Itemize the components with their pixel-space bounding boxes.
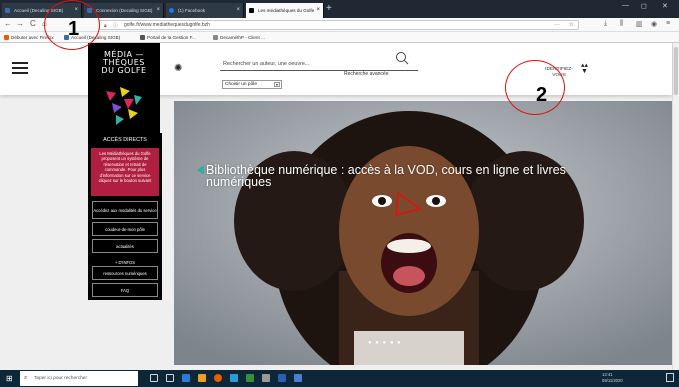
firefox-icon[interactable] [214,374,222,382]
hero-caption[interactable]: Bibliothèque numérique : accès à la VOD,… [206,164,586,189]
page-actions-menu[interactable]: ··· [554,21,560,30]
app-icon[interactable] [230,374,238,382]
user-login-icon[interactable]: ▴▴ ▼ [581,62,588,75]
system-tray[interactable]: 13:41 09/11/2020 [602,372,623,384]
account-icon[interactable]: ◉ [651,20,657,28]
logo-text: MÉDIA — THÈQUES DU GOLFE [101,50,147,75]
bookmark-favicon-icon [140,35,145,40]
pole-select[interactable]: Choisir un pôle ▾ [222,80,282,89]
advanced-search-link[interactable]: Recherche avancée [344,71,388,77]
close-tab-icon[interactable]: × [156,3,160,18]
page-scrollbar[interactable] [672,43,679,370]
digital-resources-button[interactable]: ressources numériques [92,266,158,280]
search-icon[interactable] [395,51,409,65]
close-tab-icon[interactable]: × [316,3,320,18]
reservation-info-text: Les Médiathèques du Golfe proposent un s… [91,148,159,196]
bookmark-decameth[interactable]: DecaméthP - Client ... [213,32,265,43]
url-bar[interactable]: ⓘ 🔒︎ golfe.fr/www.mediathequesdugolfe.bz… [99,20,579,30]
forward-button[interactable]: → [16,19,24,28]
facebook-icon [169,8,174,13]
bookmark-portail[interactable]: Portail de la Gestion F... [140,32,196,43]
annotation-label-1: 1 [68,18,80,40]
taskbar-search-input[interactable]: ⌕ Taper ici pour rechercher [20,371,138,386]
back-button[interactable]: ← [4,19,12,28]
file-explorer-icon[interactable] [198,374,206,382]
tab-facebook[interactable]: (1) Facebook × [166,3,244,18]
scrollbar-thumb[interactable] [674,47,678,95]
windows-start-icon[interactable]: ⊞ [6,374,13,383]
url-text: golfe.fr/www.mediathequesdugolfe.bzh [124,22,210,28]
cortana-icon[interactable] [150,374,158,382]
search-input[interactable]: Rechercher un auteur, une oeuvre... [220,60,418,71]
pole-button[interactable]: coudeur-de-mon pôle [92,222,158,236]
edge-icon[interactable] [182,374,190,382]
tab-mediatheques[interactable]: Les médiathèques du Golfe × [246,3,324,18]
sparkle-icon[interactable]: ✺ [174,63,182,74]
quick-access-title: ACCÈS DIRECTS [103,137,147,143]
annotation-label-2: 2 [536,84,548,106]
task-view-icon[interactable] [166,374,174,382]
tab-favicon-icon [249,8,254,13]
lock-icon: 🔒︎ [104,23,107,29]
library-icon[interactable]: ⫼ [620,20,623,28]
chevron-down-icon: ▾ [274,82,280,87]
carousel-dots[interactable]: ● ● ● ● ● [368,340,402,346]
new-tab-button[interactable]: + [326,3,332,15]
hero-photo [174,101,672,365]
app-icon[interactable] [278,374,286,382]
site-logo[interactable]: MÉDIA — THÈQUES DU GOLFE [88,43,160,133]
app-icon[interactable] [262,374,270,382]
notifications-icon[interactable] [666,373,674,382]
hamburger-menu-icon[interactable] [12,62,28,74]
annotation-circle-2 [505,60,565,115]
bookmark-favicon-icon [213,35,218,40]
info-icon[interactable]: ⓘ [113,22,118,31]
maximize-button[interactable]: ◻ [641,2,647,10]
app-icon[interactable] [294,374,302,382]
hero-carousel[interactable] [174,101,672,365]
app-icon[interactable] [246,374,254,382]
menu-icon[interactable]: ≡ [666,20,670,27]
search-icon: ⌕ [24,375,28,381]
firefox-icon [4,35,9,40]
reload-button[interactable]: C [30,19,36,28]
faq-button[interactable]: FAQ [92,283,158,297]
sidebar-icon[interactable]: ▥ [636,20,643,28]
tab-favicon-icon [5,8,10,13]
caption-arrow-icon [197,165,204,175]
bookmark-star-icon[interactable]: ☆ [569,21,574,30]
minimize-button[interactable]: — [622,2,629,9]
service-modalities-button[interactable]: Accédez aux modalités du service [92,201,158,219]
logo-triangles-icon [106,87,142,125]
close-tab-icon[interactable]: × [236,3,240,18]
close-window-button[interactable]: ✕ [662,2,668,10]
downloads-icon[interactable]: ⤓ [604,20,607,28]
news-button[interactable]: actualités [92,239,158,253]
